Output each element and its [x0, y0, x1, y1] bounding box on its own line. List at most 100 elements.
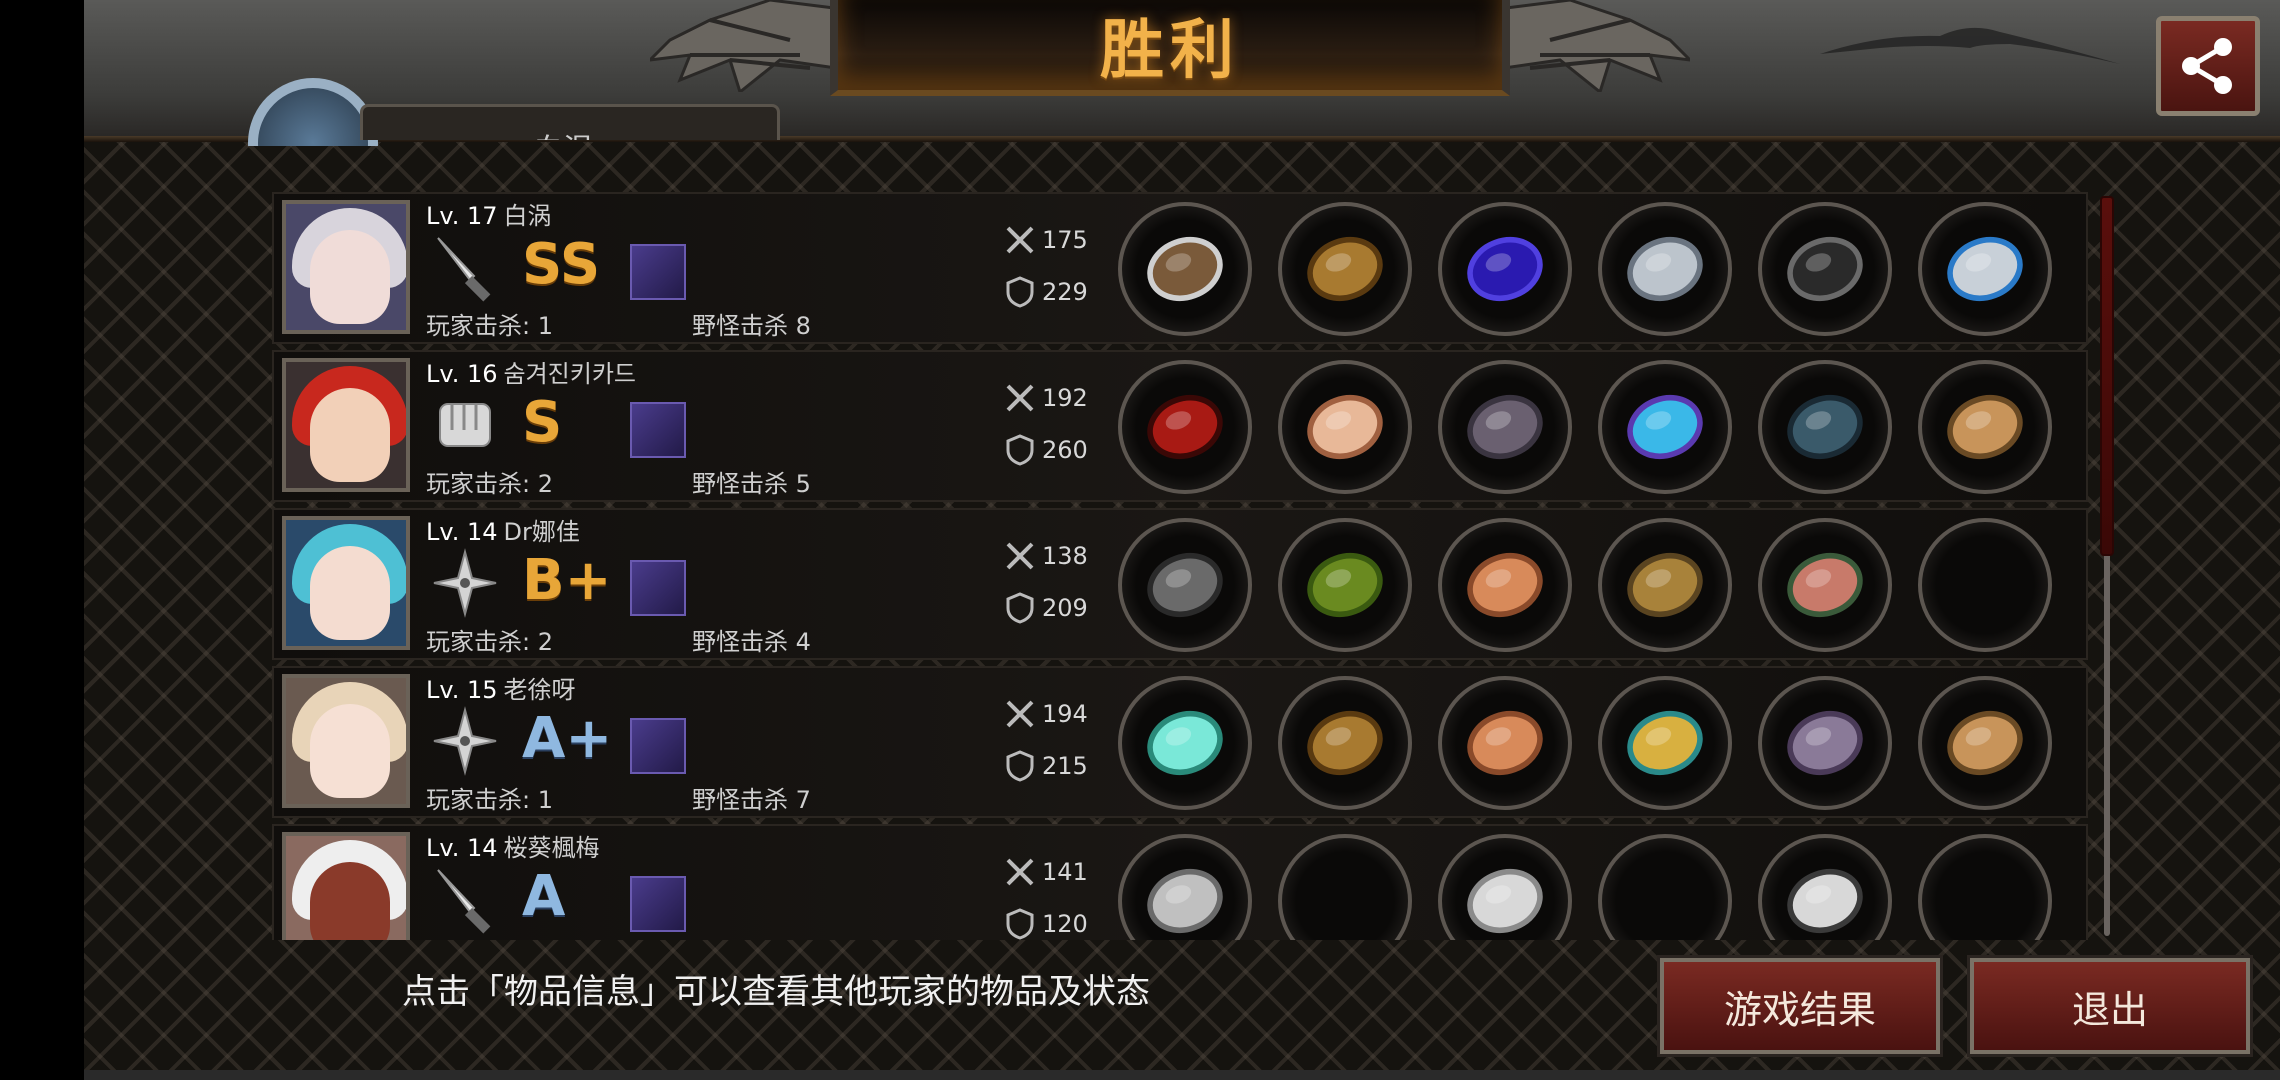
equipment-slot[interactable]: [1758, 360, 1892, 494]
defense-stat: 120: [1004, 908, 1088, 940]
player-portrait[interactable]: [282, 516, 410, 650]
equipment-slot[interactable]: [1758, 834, 1892, 940]
monster-kills: 野怪击杀 7: [692, 786, 811, 814]
player-name-line: Lv. 16 숨겨진키카드: [426, 354, 636, 389]
equipment-slot[interactable]: [1118, 676, 1252, 810]
attack-value: 192: [1042, 384, 1088, 412]
player-name: 老徐呀: [503, 676, 576, 704]
attack-stat: 194: [1004, 698, 1088, 730]
shield-icon: [1006, 592, 1034, 624]
equipment-slot[interactable]: [1438, 676, 1572, 810]
attack-stat: 138: [1004, 540, 1088, 572]
player-name: 白涡: [503, 202, 552, 230]
equipment-slot[interactable]: [1118, 202, 1252, 336]
player-portrait[interactable]: [282, 674, 410, 808]
defense-value: 260: [1042, 436, 1088, 464]
crossed-swords-icon: [1006, 226, 1034, 254]
equipment-slot[interactable]: [1598, 360, 1732, 494]
shuriken-icon: [430, 548, 500, 618]
equipment-slot[interactable]: [1758, 518, 1892, 652]
game-results-button[interactable]: 游戏结果: [1657, 955, 1943, 1057]
attack-value: 138: [1042, 542, 1088, 570]
player-list[interactable]: Lv. 17 白涡 SS 玩家击杀: 1 野怪击杀 8 175 229 Lv. 16 숨겨진키카…: [272, 192, 2088, 940]
equipment-slot[interactable]: [1278, 834, 1412, 940]
fist-icon: [430, 390, 500, 460]
attack-stat: 192: [1004, 382, 1088, 414]
equipment-slot[interactable]: [1598, 518, 1732, 652]
player-row[interactable]: Lv. 14 Dr娜佳 B+ 玩家击杀: 2 野怪击杀 4 138 209: [272, 508, 2088, 660]
player-row[interactable]: Lv. 16 숨겨진키카드 S 玩家击杀: 2 野怪击杀 5 192 260: [272, 350, 2088, 502]
equipment-slot[interactable]: [1758, 202, 1892, 336]
player-row[interactable]: Lv. 14 桜葵楓梅 A 141 120: [272, 824, 2088, 940]
player-name: 숨겨진키카드: [503, 360, 636, 388]
skill-icon: [630, 402, 686, 458]
player-name-line: Lv. 17 白涡: [426, 196, 552, 231]
player-name-line: Lv. 15 老徐呀: [426, 670, 576, 705]
player-tab[interactable]: 白涡: [360, 104, 780, 140]
skill-icon: [630, 244, 686, 300]
monster-kills: 野怪击杀 8: [692, 312, 811, 340]
equipment-slot[interactable]: [1438, 360, 1572, 494]
defense-stat: 260: [1004, 434, 1088, 466]
player-kills: 玩家击杀: 2: [426, 470, 553, 498]
equipment-slot[interactable]: [1918, 676, 2052, 810]
equipment-slot[interactable]: [1438, 518, 1572, 652]
player-portrait[interactable]: [282, 358, 410, 492]
bird-silhouette-icon: [1820, 27, 2120, 64]
equipment-slot[interactable]: [1758, 676, 1892, 810]
rank-badge: S: [522, 390, 563, 455]
equipment-slot[interactable]: [1598, 676, 1732, 810]
player-name-line: Lv. 14 桜葵楓梅: [426, 828, 600, 863]
player-portrait[interactable]: [282, 832, 410, 940]
equipment-slot[interactable]: [1118, 360, 1252, 494]
item-info-hint: 点击「物品信息」可以查看其他玩家的物品及状态: [402, 972, 1150, 1012]
equipment-slot[interactable]: [1278, 676, 1412, 810]
crossed-swords-icon: [1006, 542, 1034, 570]
defense-value: 209: [1042, 594, 1088, 622]
exit-button[interactable]: 退出: [1967, 955, 2253, 1057]
equipment-slot[interactable]: [1598, 202, 1732, 336]
equipment-slot[interactable]: [1278, 202, 1412, 336]
player-name: 桜葵楓梅: [503, 834, 600, 862]
share-icon: [2182, 38, 2232, 94]
crossed-swords-icon: [1006, 858, 1034, 886]
skill-icon: [630, 718, 686, 774]
player-level: Lv. 14: [426, 834, 498, 862]
scrollbar-thumb[interactable]: [2100, 196, 2114, 556]
shuriken-icon: [430, 706, 500, 776]
equipment-slot[interactable]: [1918, 518, 2052, 652]
equipment-slot[interactable]: [1118, 834, 1252, 940]
player-level: Lv. 14: [426, 518, 498, 546]
attack-value: 175: [1042, 226, 1088, 254]
share-button[interactable]: [2156, 16, 2260, 116]
monster-kills: 野怪击杀 5: [692, 470, 811, 498]
attack-value: 194: [1042, 700, 1088, 728]
right-wing-icon: [1490, 0, 1690, 92]
defense-value: 215: [1042, 752, 1088, 780]
attack-value: 141: [1042, 858, 1088, 886]
left-wing-icon: [650, 0, 850, 92]
equipment-slot[interactable]: [1438, 202, 1572, 336]
crossed-swords-icon: [1006, 700, 1034, 728]
player-name: Dr娜佳: [503, 518, 580, 546]
equipment-slot[interactable]: [1598, 834, 1732, 940]
equipment-slot[interactable]: [1118, 518, 1252, 652]
page-title: 胜利: [1100, 14, 1240, 88]
equipment-slot[interactable]: [1278, 360, 1412, 494]
equipment-slot[interactable]: [1438, 834, 1572, 940]
attack-stat: 141: [1004, 856, 1088, 888]
player-kills: 玩家击杀: 1: [426, 312, 553, 340]
player-level: Lv. 17: [426, 202, 498, 230]
player-row[interactable]: Lv. 15 老徐呀 A+ 玩家击杀: 1 野怪击杀 7 194 215: [272, 666, 2088, 818]
player-portrait[interactable]: [282, 200, 410, 334]
equipment-slot[interactable]: [1918, 360, 2052, 494]
equipment-slot[interactable]: [1918, 202, 2052, 336]
shield-icon: [1006, 908, 1034, 940]
knife-icon: [430, 864, 500, 934]
equipment-slot[interactable]: [1278, 518, 1412, 652]
player-row[interactable]: Lv. 17 白涡 SS 玩家击杀: 1 野怪击杀 8 175 229: [272, 192, 2088, 344]
defense-stat: 209: [1004, 592, 1088, 624]
equipment-slot[interactable]: [1918, 834, 2052, 940]
player-level: Lv. 15: [426, 676, 498, 704]
victory-title-plaque: 胜利: [830, 0, 1510, 96]
